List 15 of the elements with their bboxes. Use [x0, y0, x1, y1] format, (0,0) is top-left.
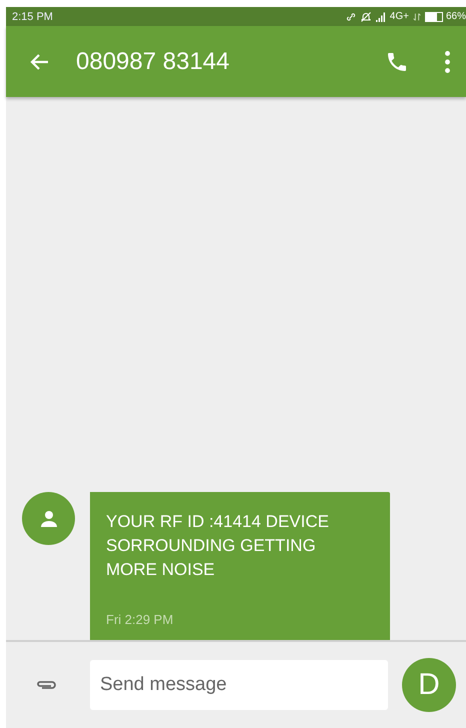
status-time: 2:15 PM — [12, 10, 53, 22]
muted-bell-icon — [360, 10, 372, 22]
signal-icon — [374, 10, 387, 22]
send-button[interactable]: D — [402, 658, 456, 712]
more-button[interactable] — [445, 50, 450, 72]
contact-number: 080987 83144 — [76, 48, 230, 76]
network-type: 4G+ — [390, 11, 409, 22]
data-arrows-icon — [412, 10, 422, 22]
message-field[interactable]: Send message — [90, 660, 388, 710]
link-icon — [344, 10, 357, 22]
more-icon — [445, 50, 450, 72]
message-time: Fri 2:29 PM — [106, 612, 174, 627]
message-text: YOUR RF ID :41414 DEVICE SORROUNDING GETTING MORE NOISE — [106, 511, 330, 581]
battery-level: 66% — [446, 11, 466, 22]
battery-icon — [424, 12, 443, 22]
